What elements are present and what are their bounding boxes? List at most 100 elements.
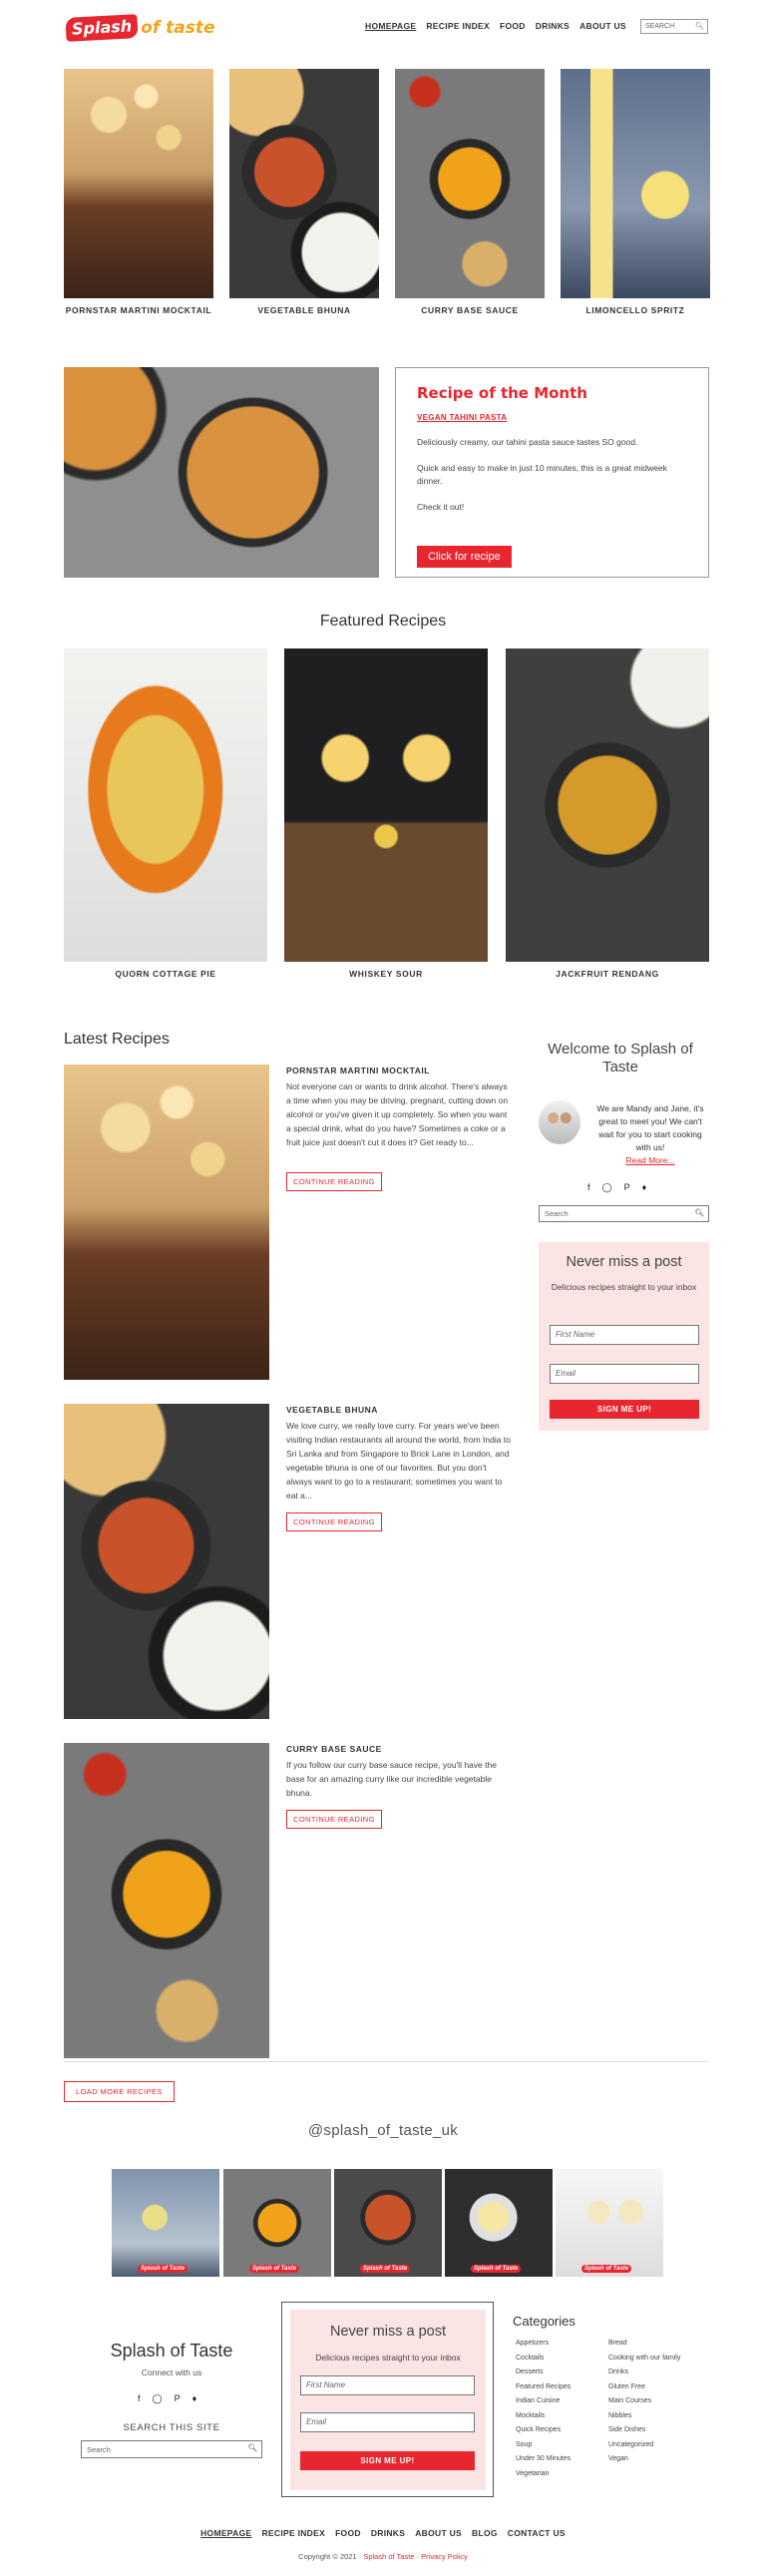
- recipe-image-limoncello-spritz[interactable]: [561, 69, 710, 298]
- featured-title-cottage-pie[interactable]: QUORN COTTAGE PIE: [64, 968, 267, 980]
- instagram-thumb[interactable]: Splash of Taste: [445, 2169, 553, 2277]
- recipe-title-limoncello-spritz[interactable]: LIMONCELLO SPRITZ: [561, 304, 710, 316]
- category-link[interactable]: Side Dishes: [608, 2423, 680, 2438]
- click-for-recipe-button[interactable]: Click for recipe: [417, 546, 512, 568]
- recipe-title-vegetable-bhuna[interactable]: VEGETABLE BHUNA: [229, 304, 379, 316]
- category-link[interactable]: Quick Recipes: [516, 2423, 571, 2438]
- latest-title-martini-mocktail[interactable]: PORNSTAR MARTINI MOCKTAIL: [286, 1066, 430, 1075]
- featured-image-whiskey-sour[interactable]: [284, 648, 488, 962]
- featured-image-cottage-pie[interactable]: [64, 648, 267, 962]
- footer-nav-drinks[interactable]: DRINKS: [371, 2528, 405, 2538]
- instagram-thumb[interactable]: Splash of Taste: [334, 2169, 442, 2277]
- instagram-thumb[interactable]: Splash of Taste: [112, 2169, 219, 2277]
- avatar: [539, 1100, 580, 1144]
- continue-reading-button[interactable]: CONTINUE READING: [286, 1512, 382, 1531]
- search-icon[interactable]: 🔍︎: [695, 22, 704, 30]
- category-link[interactable]: Vegetarian: [516, 2467, 571, 2482]
- category-link[interactable]: Featured Recipes: [516, 2380, 571, 2395]
- featured-title-jackfruit-rendang[interactable]: JACKFRUIT RENDANG: [506, 968, 709, 980]
- facebook-icon[interactable]: f: [138, 2393, 141, 2404]
- search-icon[interactable]: 🔍︎: [247, 2443, 257, 2452]
- category-link[interactable]: Uncategorized: [608, 2438, 680, 2453]
- recipe-of-month-link[interactable]: VEGAN TAHINI PASTA: [417, 413, 687, 422]
- footer-nav-blog[interactable]: BLOG: [472, 2528, 498, 2538]
- recipe-of-month-heading: Recipe of the Month: [417, 384, 587, 402]
- category-link[interactable]: Desserts: [516, 2365, 571, 2380]
- footer-search-input[interactable]: Search 🔍︎: [81, 2440, 262, 2458]
- footer-email-field[interactable]: Email: [300, 2412, 475, 2432]
- sidebar-email-field[interactable]: Email: [550, 1364, 699, 1384]
- logo-rest-text: of taste: [141, 18, 215, 38]
- featured-title-whiskey-sour[interactable]: WHISKEY SOUR: [284, 968, 488, 980]
- nav-homepage[interactable]: HOMEPAGE: [365, 21, 416, 31]
- footer-search-label: SEARCH THIS SITE: [123, 2422, 220, 2433]
- categories-column-1: Appetizers Cocktails Desserts Featured R…: [516, 2337, 571, 2481]
- category-link[interactable]: Mocktails: [516, 2409, 571, 2424]
- category-link[interactable]: Gluten Free: [608, 2380, 680, 2395]
- latest-image-curry-base-sauce[interactable]: [64, 1743, 269, 2058]
- continue-reading-button[interactable]: CONTINUE READING: [286, 1810, 382, 1829]
- header-search-input[interactable]: SEARCH 🔍︎: [640, 19, 708, 34]
- footer-first-name-field[interactable]: First Name: [300, 2375, 475, 2395]
- nav-food[interactable]: FOOD: [500, 21, 526, 31]
- category-link[interactable]: Appetizers: [516, 2337, 571, 2352]
- latest-image-martini-mocktail[interactable]: [64, 1065, 269, 1380]
- footer-nav-recipe-index[interactable]: RECIPE INDEX: [261, 2528, 325, 2538]
- read-more-link[interactable]: Read More...: [625, 1155, 674, 1165]
- welcome-text: We are Mandy and Jane, it's great to mee…: [594, 1102, 706, 1167]
- category-link[interactable]: Drinks: [608, 2365, 680, 2380]
- search-icon[interactable]: 🔍︎: [694, 1208, 704, 1217]
- footer-nav-homepage[interactable]: HOMEPAGE: [200, 2528, 251, 2538]
- welcome-title: Welcome to Splash of Taste: [548, 1041, 693, 1075]
- category-link[interactable]: Under 30 Minutes: [516, 2452, 571, 2467]
- site-logo[interactable]: Splash of taste: [65, 14, 215, 42]
- footer-nav-about-us[interactable]: ABOUT US: [415, 2528, 462, 2538]
- pinterest-icon[interactable]: P: [175, 2393, 181, 2404]
- footer-nav-food[interactable]: FOOD: [335, 2528, 361, 2538]
- category-link[interactable]: Main Courses: [608, 2394, 680, 2409]
- sidebar-social-links: f ◯ P ♦: [587, 1182, 646, 1193]
- recipe-of-month-image[interactable]: [64, 367, 379, 578]
- category-link[interactable]: Indian Cuisine: [516, 2394, 571, 2409]
- footer-nav-contact-us[interactable]: CONTACT US: [508, 2528, 566, 2538]
- recipe-of-month-text-3: Check it out!: [417, 502, 465, 512]
- category-link[interactable]: Soup: [516, 2438, 571, 2453]
- instagram-icon[interactable]: ◯: [602, 1182, 612, 1193]
- instagram-thumb[interactable]: Splash of Taste: [223, 2169, 331, 2277]
- nav-drinks[interactable]: DRINKS: [536, 21, 570, 31]
- sidebar-search-input[interactable]: Search 🔍︎: [539, 1205, 709, 1222]
- load-more-recipes-button[interactable]: LOAD MORE RECIPES: [64, 2081, 175, 2102]
- category-link[interactable]: Cocktails: [516, 2352, 571, 2366]
- thumb-logo-text: Splash of Taste: [138, 2265, 189, 2273]
- category-link[interactable]: Bread: [608, 2337, 680, 2352]
- recipe-title-martini-mocktail[interactable]: PORNSTAR MARTINI MOCKTAIL: [64, 304, 213, 316]
- latest-image-vegetable-bhuna[interactable]: [64, 1404, 269, 1719]
- pinterest-icon[interactable]: P: [624, 1182, 630, 1193]
- featured-image-jackfruit-rendang[interactable]: [506, 648, 709, 962]
- copyright-link[interactable]: Splash of Taste · Privacy Policy: [363, 2552, 468, 2561]
- category-link[interactable]: Vegan: [608, 2452, 680, 2467]
- section-divider: [64, 2061, 708, 2062]
- nav-about-us[interactable]: ABOUT US: [579, 21, 626, 31]
- category-link[interactable]: Cooking with our family: [608, 2352, 680, 2366]
- twitter-icon[interactable]: ♦: [192, 2393, 197, 2404]
- recipe-image-vegetable-bhuna[interactable]: [229, 69, 379, 298]
- latest-title-curry-base-sauce[interactable]: CURRY BASE SAUCE: [286, 1744, 382, 1754]
- recipe-image-curry-base-sauce[interactable]: [395, 69, 545, 298]
- instagram-thumb[interactable]: Splash of Taste: [556, 2169, 663, 2277]
- twitter-icon[interactable]: ♦: [642, 1182, 647, 1193]
- instagram-icon[interactable]: ◯: [153, 2393, 163, 2404]
- sidebar-first-name-field[interactable]: First Name: [550, 1325, 699, 1345]
- latest-title-vegetable-bhuna[interactable]: VEGETABLE BHUNA: [286, 1405, 378, 1415]
- main-nav: HOMEPAGE RECIPE INDEX FOOD DRINKS ABOUT …: [365, 21, 626, 31]
- recipe-title-curry-base-sauce[interactable]: CURRY BASE SAUCE: [395, 304, 545, 316]
- recipe-image-martini-mocktail[interactable]: [64, 69, 213, 298]
- footer-sign-up-button[interactable]: SIGN ME UP!: [300, 2451, 475, 2470]
- footer-connect-text: Connect with us: [141, 2367, 202, 2377]
- sidebar-sign-up-button[interactable]: SIGN ME UP!: [550, 1400, 699, 1419]
- header-search-placeholder: SEARCH: [645, 23, 675, 30]
- nav-recipe-index[interactable]: RECIPE INDEX: [426, 21, 490, 31]
- continue-reading-button[interactable]: CONTINUE READING: [286, 1172, 382, 1191]
- category-link[interactable]: Nibbles: [608, 2409, 680, 2424]
- facebook-icon[interactable]: f: [587, 1182, 590, 1193]
